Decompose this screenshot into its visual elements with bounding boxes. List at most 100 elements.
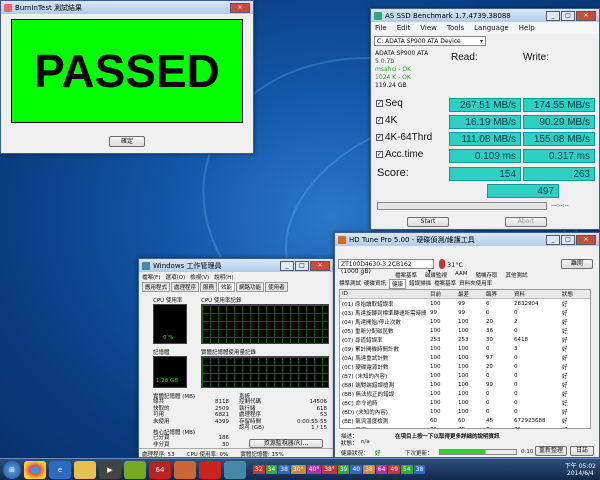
- menu-edit[interactable]: Edit: [397, 24, 411, 32]
- close-button[interactable]: ✕: [576, 234, 596, 245]
- table-row[interactable]: (BD) (未知的內容) 100 100 0 0 好: [340, 407, 590, 416]
- tab-file-benchmark-2[interactable]: 檔案基準: [434, 279, 456, 289]
- tray-sensor-value[interactable]: 39: [337, 465, 350, 474]
- table-row[interactable]: (05) 重新分配磁區數 100 100 36 0 好: [340, 326, 590, 335]
- checkbox-4k64[interactable]: ✓: [376, 134, 383, 141]
- table-row[interactable]: (BC) 命令逾時 100 100 0 0 好: [340, 398, 590, 407]
- maximize-button[interactable]: □: [561, 10, 575, 21]
- refresh-button[interactable]: 重新整理: [535, 446, 567, 456]
- minimize-button[interactable]: _: [546, 234, 560, 245]
- tab-file-benchmark[interactable]: 檔案基準: [395, 271, 417, 279]
- ie-icon[interactable]: e: [49, 460, 71, 479]
- table-row[interactable]: (B8) 端對端錯誤檢測 100 100 99 0 好: [340, 380, 590, 389]
- menu-help[interactable]: Help: [519, 24, 535, 32]
- close-button[interactable]: ✕: [576, 10, 596, 21]
- col-data[interactable]: 資料: [514, 290, 562, 298]
- tab-extra-tests[interactable]: 其他測試: [505, 271, 527, 279]
- tray-sensor-value[interactable]: 38: [278, 465, 290, 474]
- tab-networking[interactable]: 網路功能: [236, 282, 265, 292]
- tray-sensor-value[interactable]: 54: [401, 465, 413, 474]
- burnin-titlebar[interactable]: BurnInTest 測試結果 ✕: [1, 1, 253, 14]
- tab-services[interactable]: 服務: [200, 282, 218, 292]
- menu-language[interactable]: Language: [474, 24, 509, 32]
- table-row[interactable]: (03) 馬達旋轉到標準轉速所需時間 99 99 0 0 好: [340, 308, 590, 317]
- menu-file[interactable]: 檔案(F): [142, 273, 160, 281]
- app-icon-2[interactable]: [174, 460, 196, 479]
- tab-performance[interactable]: 效能: [218, 282, 236, 292]
- tray-sensor-value[interactable]: 40: [350, 465, 363, 474]
- checkbox-seq[interactable]: ✓: [376, 100, 383, 107]
- tab-applications[interactable]: 應用程式: [142, 282, 171, 292]
- burnin-taskbar-icon[interactable]: [199, 460, 221, 479]
- app-icon[interactable]: [124, 460, 146, 479]
- start-button[interactable]: Start: [407, 217, 449, 227]
- drive-select[interactable]: ZT100D4630-3.2CB162 (1000 gB) ▾: [338, 259, 434, 275]
- table-row[interactable]: (07) 尋道錯誤率 253 253 30 6418 好: [340, 335, 590, 344]
- tab-processes[interactable]: 處理程序: [171, 282, 200, 292]
- hdtune-titlebar[interactable]: HD Tune Pro 5.00 - 硬碟偵測/維護工具 _ □ ✕: [335, 233, 599, 246]
- tab-health[interactable]: 健康: [389, 279, 407, 289]
- log-button[interactable]: 日誌: [570, 446, 594, 456]
- tray-sensor-value[interactable]: 64: [375, 465, 388, 474]
- col-threshold[interactable]: 臨界: [486, 290, 514, 298]
- checkbox-4k[interactable]: ✓: [376, 117, 383, 124]
- window-title: AS SSD Benchmark 1.7.4739.38088: [385, 11, 511, 20]
- aida64-icon[interactable]: 64: [149, 460, 171, 479]
- table-row[interactable]: (BB) 無法修正的錯誤 100 100 0 0 好: [340, 389, 590, 398]
- tray-sensor-value[interactable]: 38: [363, 465, 375, 474]
- table-row[interactable]: (09) 累計開機時間計數 100 100 0 3 好: [340, 344, 590, 353]
- table-row[interactable]: (0C) 硬碟電源計數 100 100 20 0 好: [340, 362, 590, 371]
- tray-sensor-value[interactable]: 38°: [322, 465, 337, 474]
- tray-sensor-value[interactable]: 40°: [306, 465, 322, 474]
- tab-benchmark[interactable]: 標準測試: [339, 279, 361, 289]
- col-status[interactable]: 狀態: [562, 290, 586, 298]
- tray-sensor-value[interactable]: 49: [388, 465, 401, 474]
- menu-view[interactable]: 檢視(V): [190, 273, 209, 281]
- tray-sensor-value[interactable]: 32: [253, 465, 265, 474]
- col-worst[interactable]: 最差: [458, 290, 486, 298]
- tab-random-access[interactable]: 隨機存取: [475, 271, 497, 279]
- abort-button[interactable]: Abort: [505, 217, 547, 227]
- checkbox-acctime[interactable]: ✓: [376, 151, 383, 158]
- media-icon[interactable]: ▶: [99, 460, 121, 479]
- table-row[interactable]: (0A) 馬達重試計數 100 100 97 0 好: [340, 353, 590, 362]
- tray-sensor-value[interactable]: 30°: [290, 465, 306, 474]
- tab-users[interactable]: 使用者: [265, 282, 288, 292]
- chrome-icon[interactable]: [24, 460, 46, 479]
- table-row[interactable]: (B7) (未知的內容) 100 100 0 0 好: [340, 371, 590, 380]
- resource-monitor-button[interactable]: 資源監視器(R)...: [249, 439, 323, 448]
- start-button[interactable]: ⊞: [3, 460, 21, 479]
- exit-button[interactable]: 離開: [561, 259, 593, 269]
- menu-help[interactable]: 說明(H): [214, 273, 233, 281]
- col-current[interactable]: 目前: [430, 290, 458, 298]
- menu-view[interactable]: View: [420, 24, 437, 32]
- menu-tools[interactable]: Tools: [447, 24, 464, 32]
- close-button[interactable]: ✕: [230, 2, 250, 13]
- table-row[interactable]: (04) 馬達開始/停止次數 100 100 20 2 好: [340, 317, 590, 326]
- tab-disk-monitor[interactable]: 磁碟監視: [425, 271, 447, 279]
- menu-file[interactable]: File: [375, 24, 387, 32]
- tab-info[interactable]: 硬碟資訊: [364, 279, 386, 289]
- as-ssd-titlebar[interactable]: AS SSD Benchmark 1.7.4739.38088 _ □ ✕: [371, 9, 599, 22]
- tray-sensor-value[interactable]: 34: [265, 465, 278, 474]
- drive-select[interactable]: C: ADATA SP900 ATA Device ▾: [374, 36, 486, 46]
- ok-button[interactable]: 確定: [109, 136, 145, 147]
- explorer-icon[interactable]: [74, 460, 96, 479]
- tab-aam[interactable]: AAM: [455, 271, 467, 279]
- tray-sensor-value[interactable]: 38: [413, 465, 426, 474]
- menu-options[interactable]: 選項(O): [165, 273, 185, 281]
- maximize-button[interactable]: □: [561, 234, 575, 245]
- clock[interactable]: 下午 05:02 2014/6/4: [565, 463, 596, 477]
- taskmgr-titlebar[interactable]: Windows 工作管理員 _ □ ✕: [139, 259, 333, 272]
- minimize-button[interactable]: _: [280, 260, 294, 271]
- table-row[interactable]: (01) 原始讀取錯誤率 100 99 6 2832904 好: [340, 299, 590, 308]
- maximize-button[interactable]: □: [295, 260, 309, 271]
- minimize-button[interactable]: _: [546, 10, 560, 21]
- tab-folder-usage[interactable]: 資料夾使用率: [459, 279, 492, 289]
- close-button[interactable]: ✕: [310, 260, 330, 271]
- col-id[interactable]: ID: [340, 291, 430, 297]
- table-row[interactable]: (BE) 氣流溫度檢測 60 60 45 672923688 好: [340, 416, 590, 425]
- taskmgr-taskbar-icon[interactable]: [224, 460, 246, 479]
- tab-error-scan[interactable]: 錯誤掃描: [409, 279, 431, 289]
- table-row[interactable]: (C2) 溫度3140031好: [340, 425, 590, 429]
